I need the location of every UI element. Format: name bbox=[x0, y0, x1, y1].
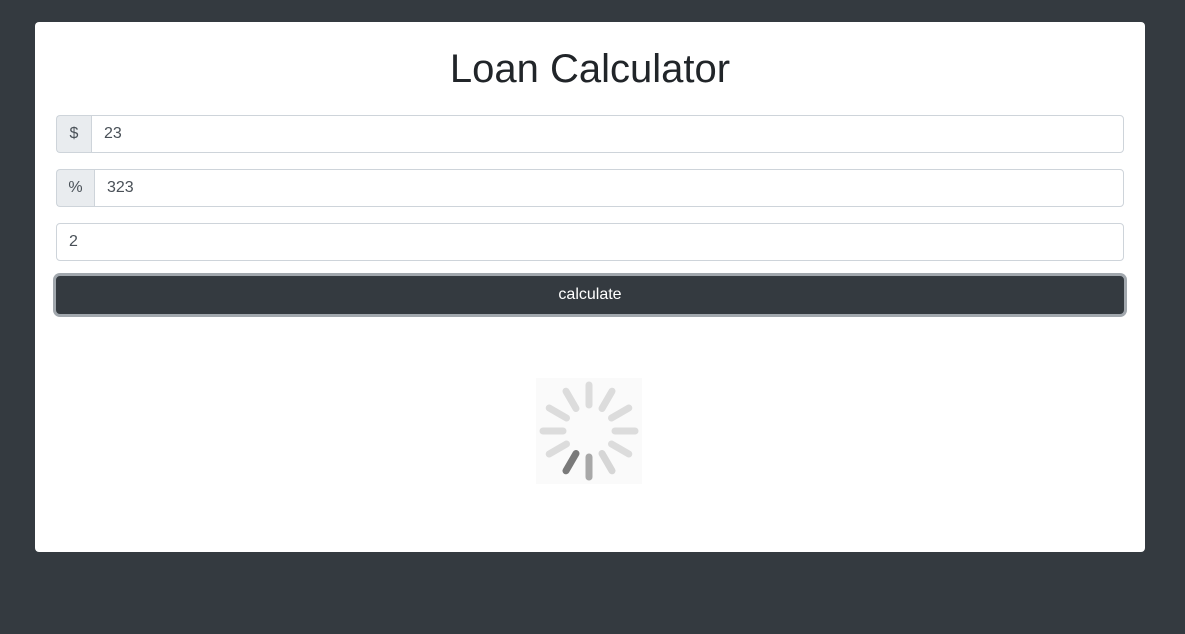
amount-input[interactable]: 23 bbox=[91, 115, 1124, 153]
percent-addon: % bbox=[56, 169, 94, 207]
page-title: Loan Calculator bbox=[449, 47, 731, 91]
dollar-addon: $ bbox=[56, 115, 91, 153]
interest-input-group: % 323 bbox=[56, 169, 1124, 207]
calculate-button[interactable]: calculate bbox=[56, 276, 1124, 314]
spinner-svg bbox=[539, 381, 639, 481]
years-input[interactable]: 2 bbox=[56, 223, 1124, 261]
years-input-group: 2 bbox=[56, 223, 1124, 261]
interest-input[interactable]: 323 bbox=[94, 169, 1124, 207]
amount-input-group: $ 23 bbox=[56, 115, 1124, 153]
loading-spinner-icon bbox=[536, 378, 642, 484]
calculator-card: Loan Calculator $ 23 % 323 2 calculate bbox=[35, 22, 1145, 552]
